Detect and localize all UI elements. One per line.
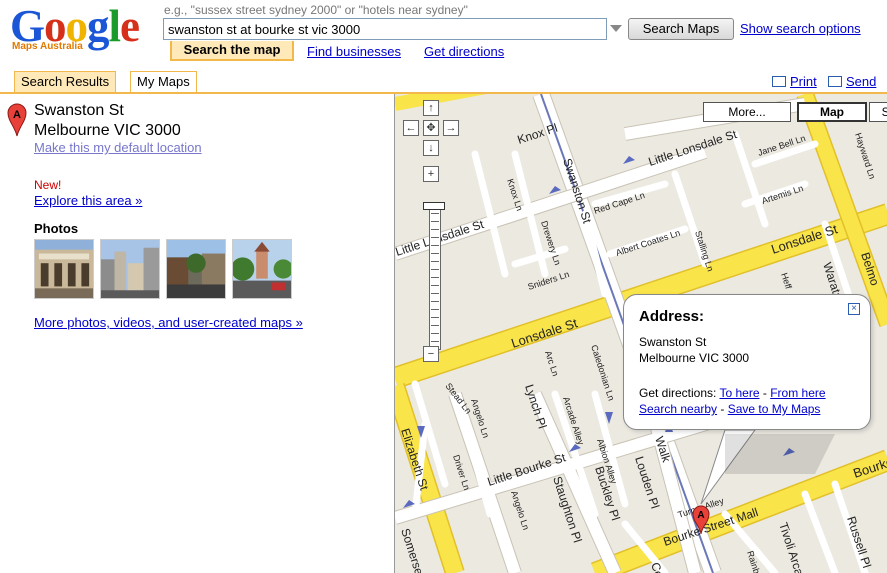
result-street: Swanston St bbox=[34, 102, 124, 119]
result-marker-icon[interactable]: A bbox=[7, 103, 27, 137]
search-nearby-link[interactable]: Search nearby bbox=[639, 402, 717, 416]
to-here-link[interactable]: To here bbox=[720, 386, 760, 400]
photo-thumbnail[interactable] bbox=[166, 239, 226, 299]
tab-my-maps[interactable]: My Maps bbox=[130, 71, 197, 93]
send-label: Send bbox=[846, 74, 877, 89]
zoom-slider-handle[interactable] bbox=[423, 202, 445, 210]
result-address[interactable]: Swanston St Melbourne VIC 3000 bbox=[34, 101, 181, 141]
printer-icon bbox=[772, 76, 786, 87]
result-marker-letter: A bbox=[13, 109, 21, 121]
pan-center-icon[interactable]: ✥ bbox=[423, 120, 439, 136]
default-location-link[interactable]: Make this my default location bbox=[34, 140, 202, 155]
more-layers-button[interactable]: More... bbox=[703, 102, 791, 122]
map-type-satellite-button[interactable]: Sa bbox=[869, 102, 887, 122]
zoom-slider-track[interactable] bbox=[429, 202, 441, 350]
info-heading: Address: bbox=[639, 308, 705, 325]
explore-area-link[interactable]: Explore this area » bbox=[34, 193, 142, 208]
info-window: × Address: Swanston St Melbourne VIC 300… bbox=[623, 294, 871, 430]
photo-thumbnail[interactable] bbox=[34, 239, 94, 299]
map-marker-letter: A bbox=[697, 510, 704, 521]
search-maps-button[interactable]: Search Maps bbox=[628, 18, 734, 40]
zoom-in-icon[interactable]: + bbox=[423, 166, 439, 182]
photo-thumbnail[interactable] bbox=[100, 239, 160, 299]
photo-thumbnail[interactable] bbox=[232, 239, 292, 299]
photos-heading: Photos bbox=[34, 221, 79, 236]
show-search-options-link[interactable]: Show search options bbox=[740, 21, 861, 36]
search-results-panel: A Swanston St Melbourne VIC 3000 Make th… bbox=[0, 94, 394, 573]
from-here-link[interactable]: From here bbox=[770, 386, 825, 400]
google-maps-logo[interactable]: Google Maps Australia bbox=[8, 2, 158, 58]
map-view[interactable]: Knox Pl Little Lonsdale St Little Lonsda… bbox=[394, 94, 887, 573]
tab-search-the-map[interactable]: Search the map bbox=[170, 41, 294, 61]
info-locality: Melbourne VIC 3000 bbox=[639, 351, 750, 365]
info-street: Swanston St bbox=[639, 335, 707, 349]
result-locality: Melbourne VIC 3000 bbox=[34, 122, 181, 139]
close-icon[interactable]: × bbox=[848, 303, 860, 315]
pan-down-icon[interactable]: ↓ bbox=[423, 140, 439, 156]
pan-right-icon[interactable]: → bbox=[443, 120, 459, 136]
tab-get-directions[interactable]: Get directions bbox=[424, 44, 504, 59]
save-to-my-maps-link[interactable]: Save to My Maps bbox=[728, 402, 821, 416]
map-type-map-button[interactable]: Map bbox=[797, 102, 867, 122]
search-input[interactable] bbox=[163, 18, 607, 40]
info-actions-row: Search nearby - Save to My Maps bbox=[639, 402, 821, 416]
zoom-out-icon[interactable]: − bbox=[423, 346, 439, 362]
pan-up-icon[interactable]: ↑ bbox=[423, 100, 439, 116]
logo-subtitle: Maps Australia bbox=[12, 41, 83, 52]
print-label: Print bbox=[790, 74, 817, 89]
send-link[interactable]: Send bbox=[828, 74, 876, 89]
envelope-icon bbox=[828, 76, 842, 87]
search-history-arrow-icon[interactable] bbox=[610, 25, 622, 32]
print-link[interactable]: Print bbox=[772, 74, 817, 89]
directions-label: Get directions: bbox=[639, 386, 717, 400]
pan-left-icon[interactable]: ← bbox=[403, 120, 419, 136]
search-hint: e.g., "sussex street sydney 2000" or "ho… bbox=[164, 3, 468, 17]
tab-search-results[interactable]: Search Results bbox=[14, 71, 117, 93]
new-badge: New! bbox=[34, 178, 62, 192]
tab-find-businesses[interactable]: Find businesses bbox=[307, 44, 401, 59]
more-photos-link[interactable]: More photos, videos, and user-created ma… bbox=[34, 315, 303, 330]
info-directions-row: Get directions: To here - From here bbox=[639, 386, 826, 400]
